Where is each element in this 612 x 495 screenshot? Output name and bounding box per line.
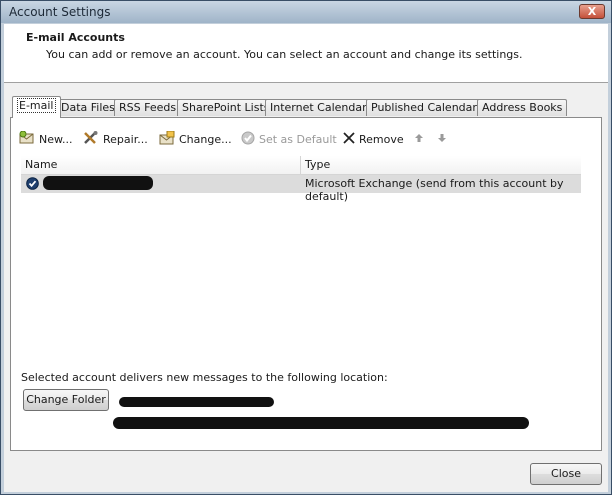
tab-email[interactable]: E-mail bbox=[12, 96, 61, 118]
move-down-button[interactable] bbox=[437, 128, 451, 150]
window-title: Account Settings bbox=[9, 5, 111, 19]
accounts-list-header: Name Type bbox=[21, 156, 581, 175]
close-button[interactable]: Close bbox=[530, 463, 602, 485]
delivery-folder-redacted bbox=[119, 397, 274, 407]
change-button[interactable]: Change... bbox=[158, 127, 233, 151]
change-folder-button[interactable]: Change Folder bbox=[23, 389, 109, 411]
default-account-check-icon bbox=[26, 177, 39, 193]
dialog-header: E-mail Accounts You can add or remove an… bbox=[4, 24, 608, 83]
repair-tools-icon bbox=[83, 130, 99, 148]
tab-email-label: E-mail bbox=[17, 98, 56, 113]
new-button-label: New... bbox=[39, 132, 73, 146]
change-account-icon bbox=[159, 130, 175, 148]
account-name-redacted bbox=[43, 176, 153, 190]
arrow-down-icon bbox=[437, 133, 447, 146]
header-title: E-mail Accounts bbox=[26, 31, 125, 44]
remove-button[interactable]: Remove bbox=[343, 128, 404, 150]
header-description: You can add or remove an account. You ca… bbox=[46, 48, 523, 61]
new-account-icon bbox=[19, 130, 35, 148]
set-as-default-label: Set as Default bbox=[259, 132, 337, 146]
change-button-label: Change... bbox=[179, 132, 232, 146]
tab-strip: E-mail Data Files RSS Feeds SharePoint L… bbox=[10, 96, 602, 118]
tab-internet-calendars[interactable]: Internet Calendars bbox=[265, 99, 378, 116]
window-close-button[interactable]: X bbox=[579, 4, 605, 19]
tab-sharepoint-lists[interactable]: SharePoint Lists bbox=[177, 99, 275, 116]
email-tab-panel: New... Repair... Change... Set as Defaul… bbox=[10, 117, 602, 451]
account-type: Microsoft Exchange (send from this accou… bbox=[305, 177, 564, 203]
column-header-name[interactable]: Name bbox=[21, 156, 301, 174]
tab-data-files[interactable]: Data Files bbox=[56, 99, 120, 116]
arrow-up-icon bbox=[414, 133, 424, 146]
remove-button-label: Remove bbox=[359, 132, 404, 146]
tab-rss-feeds[interactable]: RSS Feeds bbox=[114, 99, 182, 116]
remove-x-icon bbox=[343, 131, 355, 147]
title-bar[interactable]: Account Settings X bbox=[1, 1, 611, 23]
dialog-client-area: E-mail Accounts You can add or remove an… bbox=[4, 24, 608, 492]
repair-button[interactable]: Repair... bbox=[83, 128, 148, 150]
delivery-location-label: Selected account delivers new messages t… bbox=[21, 371, 388, 384]
tab-published-calendars[interactable]: Published Calendars bbox=[366, 99, 488, 116]
delivery-path-redacted bbox=[113, 417, 529, 429]
move-up-button[interactable] bbox=[414, 128, 428, 150]
set-as-default-button[interactable]: Set as Default bbox=[241, 128, 337, 150]
account-settings-window: Account Settings X E-mail Accounts You c… bbox=[0, 0, 612, 495]
column-header-type[interactable]: Type bbox=[301, 156, 581, 174]
repair-button-label: Repair... bbox=[103, 132, 148, 146]
table-row[interactable]: Microsoft Exchange (send from this accou… bbox=[21, 175, 581, 203]
checkmark-circle-icon bbox=[241, 131, 255, 148]
new-button[interactable]: New... bbox=[19, 128, 72, 150]
tab-address-books[interactable]: Address Books bbox=[477, 99, 568, 116]
